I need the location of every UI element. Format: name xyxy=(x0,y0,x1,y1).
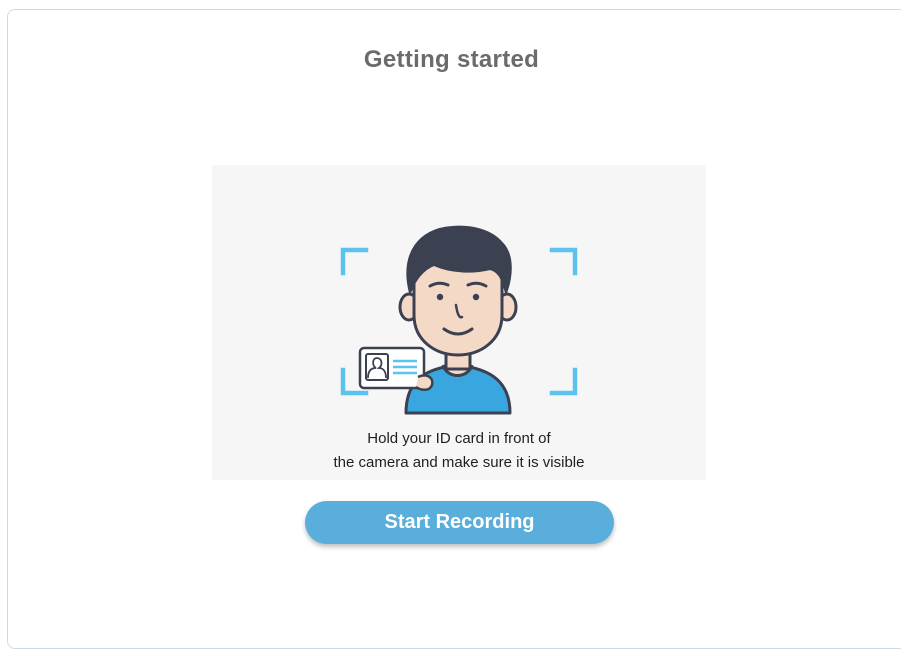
caption-line-1: Hold your ID card in front of xyxy=(367,430,551,447)
id-card-illustration: Hold your ID card in front of the camera… xyxy=(212,165,706,480)
page-title: Getting started xyxy=(363,46,540,73)
id-card-icon xyxy=(358,346,434,391)
start-recording-button[interactable]: Start Recording xyxy=(305,501,614,544)
caption-line-2: the camera and make sure it is visible xyxy=(333,454,585,471)
instruction-caption: Hold your ID card in front of the camera… xyxy=(212,427,706,475)
